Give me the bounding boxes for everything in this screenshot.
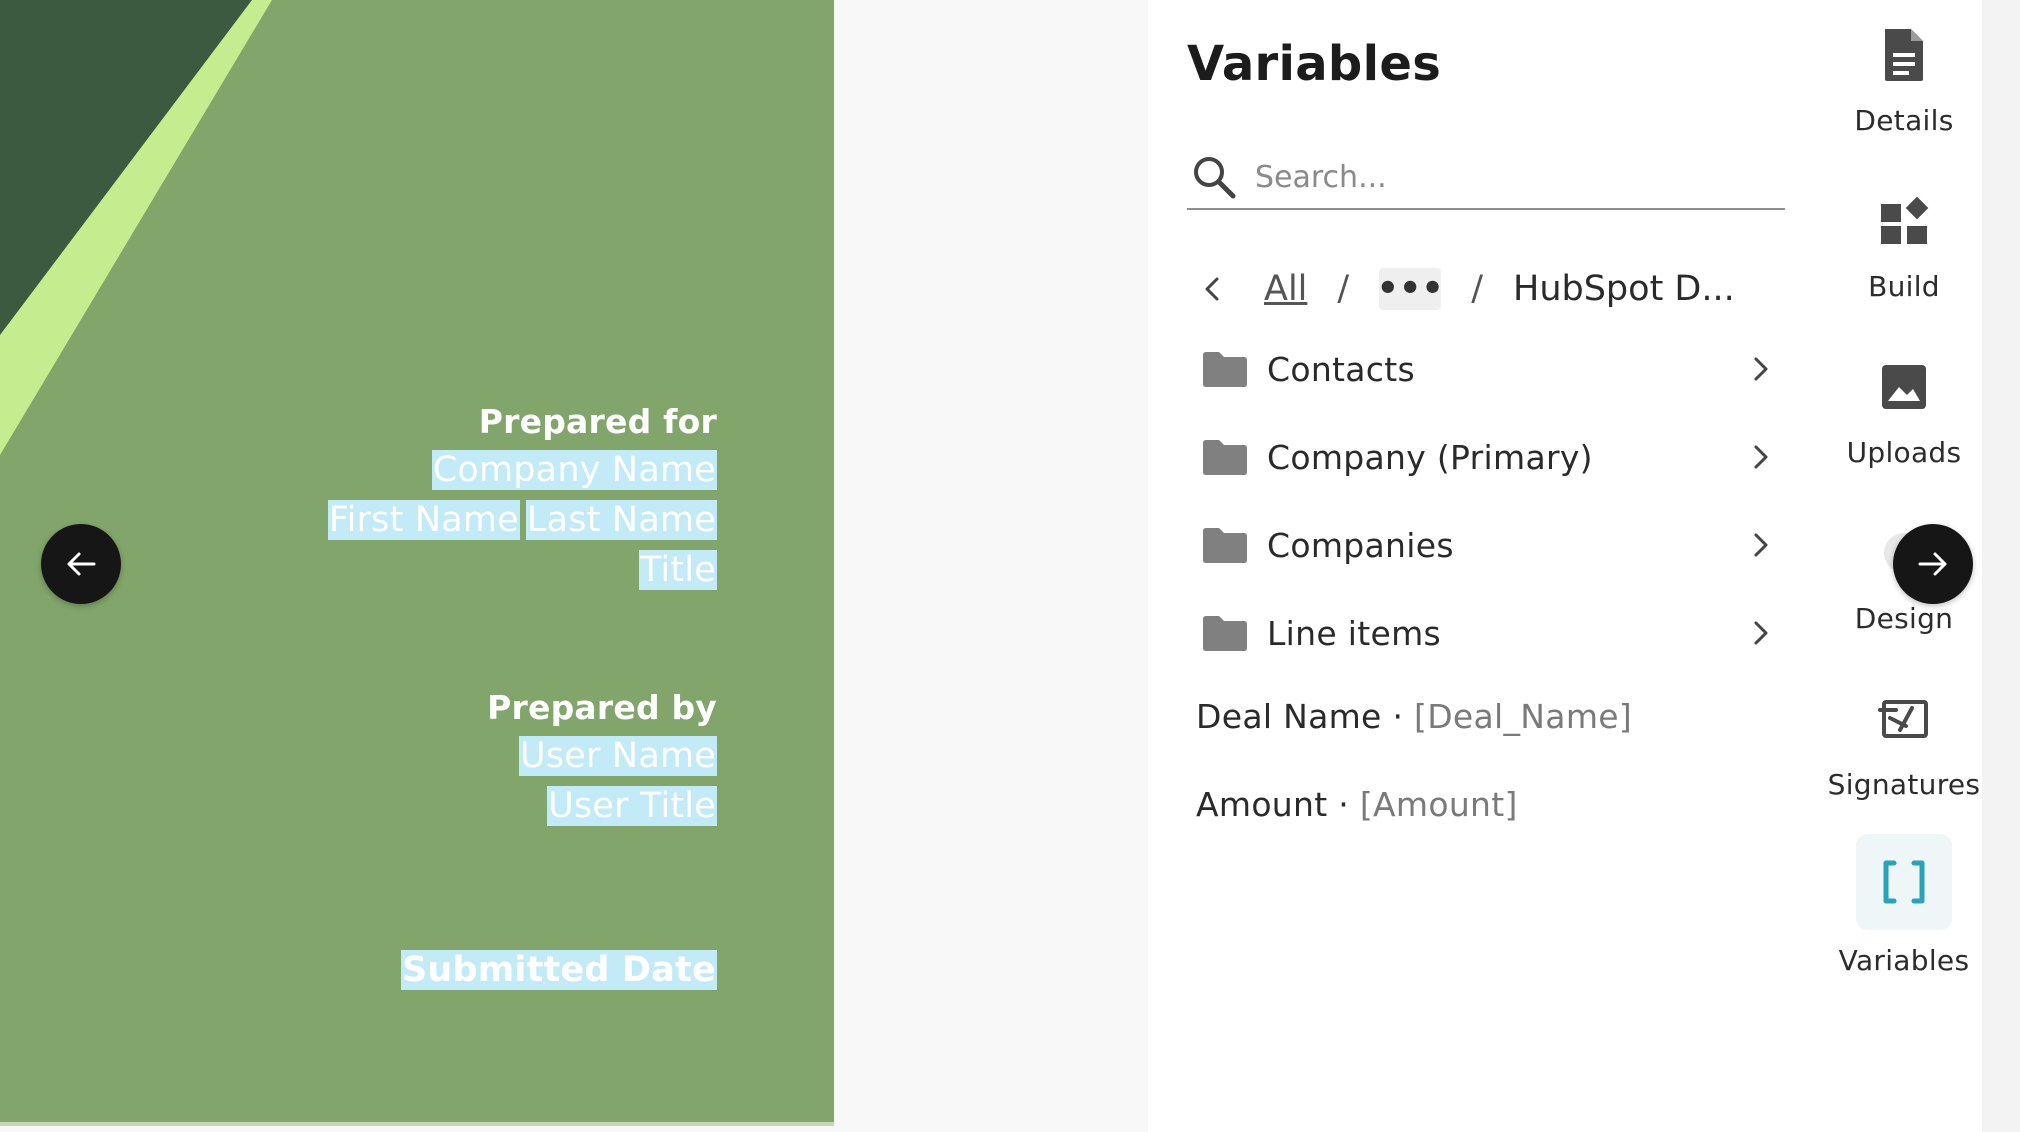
chevron-right-icon xyxy=(1754,357,1768,381)
brackets-icon xyxy=(1883,860,1925,904)
dark-triangle xyxy=(0,0,252,335)
folder-label: Companies xyxy=(1267,525,1454,565)
field-token: [Deal_Name] xyxy=(1414,697,1633,736)
breadcrumb-separator: / xyxy=(1471,269,1483,309)
chevron-right-icon xyxy=(1754,621,1768,645)
breadcrumb: All / ••• / HubSpot D... xyxy=(1200,262,1735,316)
variables-panel: Variables All / ••• / HubSpot D... Conta… xyxy=(1148,0,1828,1132)
document-icon xyxy=(1885,29,1923,81)
folder-label: Contacts xyxy=(1267,349,1415,389)
field-deal-name[interactable]: Deal Name · [Deal_Name] xyxy=(1196,697,1632,736)
breadcrumb-all-link[interactable]: All xyxy=(1264,269,1307,309)
sidebar-item-label: Variables xyxy=(1838,944,1970,977)
company-name-variable[interactable]: Company Name xyxy=(431,450,717,490)
arrow-left-icon xyxy=(67,552,96,576)
breadcrumb-separator: / xyxy=(1337,269,1350,309)
sidebar-item-details[interactable]: Details xyxy=(1826,20,1982,137)
chevron-right-icon xyxy=(1754,445,1768,469)
prepared-for-block: Prepared for Company Name First Name Las… xyxy=(327,402,717,600)
sidebar-item-variables[interactable]: Variables xyxy=(1826,834,1982,977)
sidebar-item-label: Build xyxy=(1868,270,1940,303)
prepared-by-block: Prepared by User Name User Title xyxy=(487,688,717,836)
signature-icon xyxy=(1878,700,1928,738)
prepared-for-heading: Prepared for xyxy=(478,402,717,441)
folder-icon xyxy=(1203,440,1247,475)
folder-contacts[interactable]: Contacts xyxy=(1201,338,1773,400)
folder-companies[interactable]: Companies xyxy=(1201,514,1773,576)
field-amount[interactable]: Amount · [Amount] xyxy=(1196,785,1518,824)
chevron-right-icon xyxy=(1754,533,1768,557)
breadcrumb-back-button[interactable] xyxy=(1200,274,1240,304)
field-token: [Amount] xyxy=(1359,785,1518,824)
folder-company-primary[interactable]: Company (Primary) xyxy=(1201,426,1773,488)
user-title-variable[interactable]: User Title xyxy=(547,786,717,826)
first-name-variable[interactable]: First Name xyxy=(327,500,520,540)
folder-label: Line items xyxy=(1267,613,1442,653)
sidebar-item-label: Signatures xyxy=(1827,768,1981,801)
breadcrumb-more-button[interactable]: ••• xyxy=(1377,268,1444,310)
sidebar-item-label: Details xyxy=(1854,104,1954,137)
panel-title: Variables xyxy=(1187,36,1442,92)
prepared-by-heading: Prepared by xyxy=(487,688,717,727)
previous-page-button[interactable] xyxy=(41,524,121,604)
folder-icon xyxy=(1203,352,1247,387)
breadcrumb-current: HubSpot D... xyxy=(1513,269,1735,309)
field-label: Amount xyxy=(1196,785,1328,824)
blocks-icon xyxy=(1881,196,1929,244)
sidebar-item-build[interactable]: Build xyxy=(1826,186,1982,303)
folder-icon xyxy=(1203,616,1247,651)
title-variable[interactable]: Title xyxy=(638,550,717,590)
field-separator: · xyxy=(1381,697,1415,736)
sidebar-item-signatures[interactable]: Signatures xyxy=(1826,684,1982,801)
sidebar-item-label: Design xyxy=(1854,602,1954,635)
folder-label: Company (Primary) xyxy=(1267,437,1593,477)
sidebar-item-label: Uploads xyxy=(1846,436,1962,469)
submitted-date-variable[interactable]: Submitted Date xyxy=(400,950,717,990)
search-icon xyxy=(1194,157,1236,199)
field-label: Deal Name xyxy=(1196,697,1382,736)
image-icon xyxy=(1882,365,1926,409)
field-separator: · xyxy=(1327,785,1360,824)
chevron-left-icon xyxy=(1205,277,1219,301)
search-box[interactable] xyxy=(1187,146,1785,210)
user-name-variable[interactable]: User Name xyxy=(519,736,717,776)
document-preview: Prepared for Company Name First Name Las… xyxy=(0,0,834,1126)
arrow-right-icon xyxy=(1918,552,1947,576)
next-page-button[interactable] xyxy=(1893,524,1973,604)
folder-icon xyxy=(1203,528,1247,563)
canvas-gap xyxy=(834,0,1148,1132)
last-name-variable[interactable]: Last Name xyxy=(525,500,717,540)
window-edge xyxy=(1982,0,2020,1132)
submitted-date-block: Submitted Date xyxy=(400,950,717,1000)
sidebar-item-uploads[interactable]: Uploads xyxy=(1826,352,1982,469)
folder-line-items[interactable]: Line items xyxy=(1201,602,1773,664)
search-input[interactable] xyxy=(1253,158,1777,196)
